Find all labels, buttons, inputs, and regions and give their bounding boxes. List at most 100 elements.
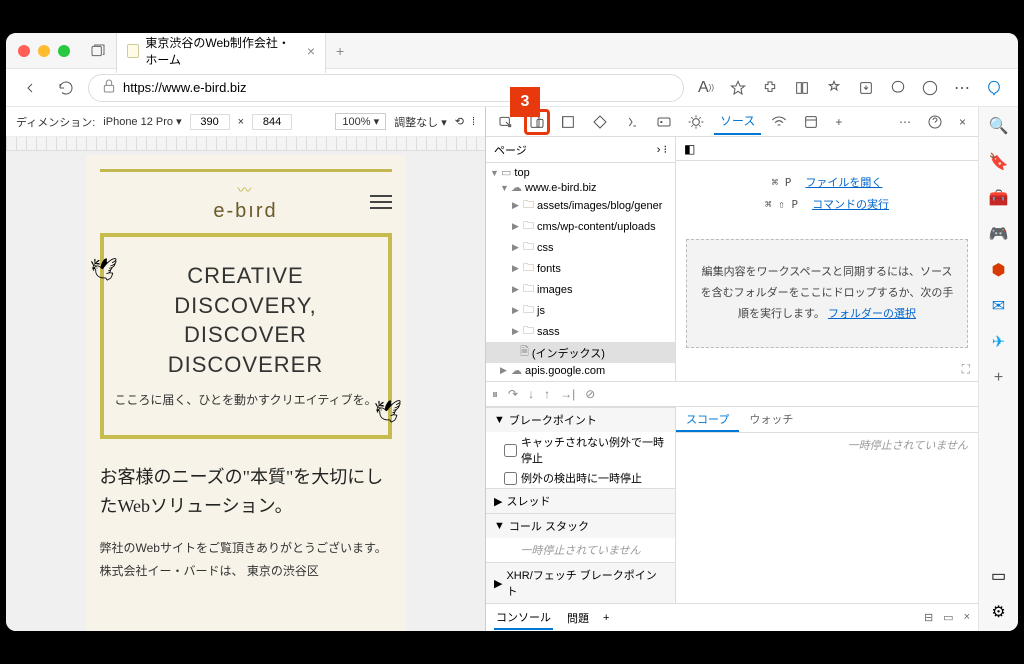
debug-toolbar: ⏸ ↷ ↓ ↑ →| ⊘	[486, 381, 978, 407]
rotate-icon[interactable]: ⟲	[455, 115, 464, 128]
deactivate-bp-icon[interactable]: ⊘	[585, 387, 595, 401]
more-icon[interactable]: ⋯	[893, 111, 917, 133]
copilot-icon[interactable]	[980, 74, 1008, 102]
add-drawer-icon[interactable]: +	[603, 612, 609, 624]
device-select[interactable]: iPhone 12 Pro ▾	[103, 115, 181, 128]
collections-icon[interactable]	[788, 74, 816, 102]
issues-tab[interactable]: 問題	[565, 607, 591, 629]
breakpoints-header[interactable]: ▼ブレークポイント	[486, 407, 675, 432]
run-command-link[interactable]: コマンドの実行	[812, 196, 889, 212]
threads-header[interactable]: ▶スレッド	[486, 488, 675, 513]
drop-icon[interactable]: ✈	[988, 331, 1010, 353]
devtools-tabbar: 3 ソース + ⋯ ×	[486, 107, 978, 137]
scope-tab[interactable]: スコープ	[676, 407, 739, 432]
browser-window: 東京渋谷のWeb制作会社・ホーム × + https://www.e-bird.…	[6, 33, 1018, 631]
search-icon[interactable]: 🔍	[988, 115, 1010, 137]
scope-empty: 一時停止されていません	[676, 433, 978, 457]
office-icon[interactable]: ⬢	[988, 259, 1010, 281]
sources-tab[interactable]: ソース	[714, 108, 761, 135]
help-icon[interactable]	[921, 110, 949, 134]
step-into-icon[interactable]: ↓	[528, 387, 534, 401]
drawer-close-icon[interactable]: ×	[964, 611, 970, 624]
hamburger-icon[interactable]	[370, 191, 392, 213]
profile-icon[interactable]	[916, 74, 944, 102]
watch-tab[interactable]: ウォッチ	[739, 407, 803, 432]
sources-sidebar: ページ › ⁝ ▼▭top ▼☁www.e-bird.biz ▶🗀assets/…	[486, 137, 676, 381]
console-tab[interactable]: コンソール	[494, 606, 553, 630]
screenshot-icon[interactable]: ⁞	[472, 116, 475, 128]
add-sidebar-icon[interactable]: +	[988, 367, 1010, 389]
maximize-window[interactable]	[58, 45, 70, 57]
back-button[interactable]	[16, 74, 44, 102]
step-over-icon[interactable]: ↷	[508, 387, 518, 401]
page-nav-tab[interactable]: ページ › ⁝	[486, 137, 675, 163]
welcome-icon[interactable]	[554, 110, 582, 134]
page-paragraph: 弊社のWebサイトをご覧頂きありがとうございます。株式会社イー・バードは、 東京…	[100, 537, 392, 583]
new-tab-button[interactable]: +	[336, 43, 344, 59]
menu-icon[interactable]: ⋯	[948, 74, 976, 102]
browser-tab[interactable]: 東京渋谷のWeb制作会社・ホーム ×	[116, 33, 326, 73]
shopping-icon[interactable]: 🔖	[988, 151, 1010, 173]
height-input[interactable]	[252, 114, 292, 130]
close-devtools-icon[interactable]: ×	[953, 111, 972, 133]
sidebar-toggle-icon[interactable]: ◧	[684, 142, 695, 156]
read-aloud-icon[interactable]: A))	[692, 74, 720, 102]
open-file-link[interactable]: ファイルを開く	[805, 174, 882, 190]
devtools-panel: 3 ソース + ⋯ × ページ	[486, 107, 978, 631]
url-field[interactable]: https://www.e-bird.biz	[88, 74, 684, 102]
tab-title: 東京渋谷のWeb制作会社・ホーム	[145, 34, 300, 68]
bird-icon: 🕊	[90, 257, 118, 283]
expand-icon[interactable]: ⛶	[676, 358, 978, 381]
select-folder-link[interactable]: フォルダーの選択	[828, 308, 916, 320]
favicon	[127, 44, 139, 58]
device-viewport: ディメンション: iPhone 12 Pro ▾ × 100% ▾ 調整なし ▾…	[6, 107, 486, 631]
drawer-icon[interactable]: ⊟	[924, 611, 933, 624]
step-icon[interactable]: →|	[560, 387, 575, 401]
throttle-select[interactable]: 調整なし ▾	[394, 114, 447, 130]
tabs-icon[interactable]	[88, 41, 108, 61]
games-icon[interactable]: 🎮	[988, 223, 1010, 245]
edge-sidebar: 🔍 🔖 🧰 🎮 ⬢ ✉ ✈ + ▭ ⚙	[978, 107, 1018, 631]
pause-uncaught-checkbox[interactable]	[504, 444, 517, 457]
bird-icon: 🕊	[374, 399, 402, 425]
debug-icon[interactable]	[682, 110, 710, 134]
hide-sidebar-icon[interactable]: ▭	[988, 565, 1010, 587]
step-out-icon[interactable]: ↑	[544, 387, 550, 401]
refresh-button[interactable]	[52, 74, 80, 102]
annotation-callout: 3	[510, 87, 540, 117]
downloads-icon[interactable]	[852, 74, 880, 102]
zoom-select[interactable]: 100% ▾	[335, 113, 386, 130]
tools-icon[interactable]: 🧰	[988, 187, 1010, 209]
editor-toolbar: ◧	[676, 137, 978, 161]
outlook-icon[interactable]: ✉	[988, 295, 1010, 317]
close-window[interactable]	[18, 45, 30, 57]
pause-icon[interactable]: ⏸	[492, 387, 498, 402]
elements-icon[interactable]	[586, 110, 614, 134]
phone-frame[interactable]: 〰 e-bırd 🕊 CREATIVE DISCOVERY, DISCOVER …	[86, 155, 406, 631]
page-heading: お客様のニーズの"本質"を大切にしたWebソリューション。	[100, 463, 392, 521]
workspace-dropzone[interactable]: 編集内容をワークスペースと同期するには、ソースを含むフォルダーをここにドロップす…	[686, 239, 968, 348]
file-tree[interactable]: ▼▭top ▼☁www.e-bird.biz ▶🗀assets/images/b…	[486, 163, 675, 381]
favorite-icon[interactable]	[724, 74, 752, 102]
callstack-header[interactable]: ▼コール スタック	[486, 513, 675, 538]
main-area: ディメンション: iPhone 12 Pro ▾ × 100% ▾ 調整なし ▾…	[6, 107, 1018, 631]
performance-icon[interactable]	[884, 74, 912, 102]
pause-caught-checkbox[interactable]	[504, 472, 517, 485]
hero-box: 🕊 CREATIVE DISCOVERY, DISCOVER DISCOVERE…	[100, 233, 392, 439]
tab-close-icon[interactable]: ×	[307, 43, 315, 59]
settings-icon[interactable]: ⚙	[988, 601, 1010, 623]
dimension-toolbar: ディメンション: iPhone 12 Pro ▾ × 100% ▾ 調整なし ▾…	[6, 107, 485, 137]
wifi-icon[interactable]	[765, 110, 793, 134]
more-tabs-icon[interactable]: +	[829, 111, 848, 133]
xhr-header[interactable]: ▶XHR/フェッチ ブレークポイント	[486, 562, 675, 603]
app-icon[interactable]	[797, 110, 825, 134]
minimize-window[interactable]	[38, 45, 50, 57]
width-input[interactable]	[190, 114, 230, 130]
titlebar: 東京渋谷のWeb制作会社・ホーム × +	[6, 33, 1018, 69]
console-drawer: コンソール 問題 + ⊟ ▭ ×	[486, 603, 978, 631]
extensions-icon[interactable]	[756, 74, 784, 102]
drawer-icon[interactable]: ▭	[943, 611, 953, 624]
favorites-bar-icon[interactable]	[820, 74, 848, 102]
network-icon[interactable]	[650, 110, 678, 134]
console-tab-icon[interactable]	[618, 110, 646, 134]
